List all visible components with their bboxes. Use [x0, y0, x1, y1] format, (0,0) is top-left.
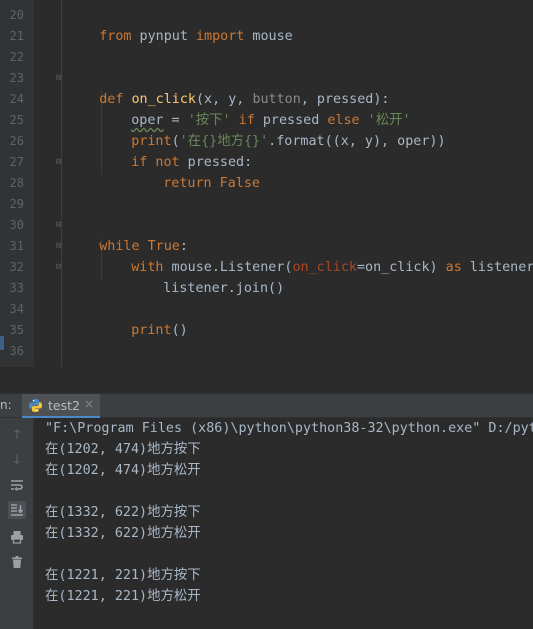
code-line-32[interactable]: listener.join(): [131, 257, 284, 296]
fold-collapse-icon[interactable]: ⊟: [56, 242, 65, 251]
tab-test2[interactable]: test2 ×: [22, 394, 100, 418]
trash-icon[interactable]: [8, 553, 26, 571]
line-number: 28: [9, 176, 24, 190]
close-icon[interactable]: ×: [84, 397, 94, 411]
line-number: 29: [9, 197, 24, 211]
fold-collapse-icon[interactable]: ⊟: [56, 74, 65, 83]
code-line-30[interactable]: while True:: [67, 215, 188, 254]
arrow-down-icon[interactable]: ↓: [8, 451, 26, 469]
line-number: 24: [9, 92, 24, 106]
fold-gutter-border: [61, 0, 62, 367]
module-name: pynput: [131, 29, 196, 44]
soft-wrap-glyph: [11, 480, 23, 491]
line-number: 23: [9, 71, 24, 85]
console-line: 在(1202, 474)地方按下: [45, 442, 201, 457]
code-line-25[interactable]: print('在{}地方{}'.format((x, y), oper)): [99, 110, 445, 149]
line-number: 22: [9, 50, 24, 64]
code-line-24[interactable]: oper = '按下' if pressed else '松开': [99, 89, 410, 128]
line-number: 25: [9, 113, 24, 127]
run-toolbar: ↑ ↓: [0, 418, 34, 629]
punct: (): [171, 323, 188, 338]
code-line-23[interactable]: def on_click(x, y, button, pressed):: [67, 68, 389, 107]
console-line: 在(1202, 474)地方松开: [45, 463, 201, 478]
fold-collapse-icon[interactable]: ⊟: [56, 221, 65, 230]
import-name: mouse: [244, 29, 293, 44]
line-number: 26: [9, 134, 24, 148]
run-label: n:: [0, 398, 12, 412]
code-line-26[interactable]: if not pressed:: [99, 131, 252, 170]
code-line-34[interactable]: print(): [99, 299, 187, 338]
expression: =on_click): [357, 260, 438, 275]
line-number: 33: [9, 281, 24, 295]
expression: .format((x, y), oper)): [268, 134, 446, 149]
trash-glyph: [12, 556, 22, 568]
expression: listener.join(): [163, 281, 285, 296]
expression: listener:: [469, 260, 533, 275]
line-number: 21: [9, 29, 24, 43]
soft-wrap-icon[interactable]: [8, 476, 26, 494]
keyword: return False: [163, 176, 260, 191]
line-number-gutter: 20 21 22 23 24 25 26 27 28 29 30 31 32 3…: [0, 0, 34, 367]
code-line-27[interactable]: return False: [131, 152, 260, 191]
keyword: from: [99, 29, 132, 44]
code-editor[interactable]: 20 21 22 23 24 25 26 27 28 29 30 31 32 3…: [0, 0, 533, 367]
python-icon: [28, 398, 43, 413]
line-number: 27: [9, 155, 24, 169]
code-line-20[interactable]: from pynput import mouse: [67, 5, 293, 44]
print-icon[interactable]: [8, 528, 26, 546]
fold-end-icon[interactable]: ⊟: [56, 263, 65, 272]
line-number: 34: [9, 302, 24, 316]
code-line-31[interactable]: with mouse.Listener(on_click=on_click) a…: [99, 236, 533, 275]
console-output[interactable]: "F:\Program Files (x86)\python\python38-…: [35, 418, 533, 629]
panel-splitter[interactable]: [0, 367, 533, 394]
named-argument: on_click: [292, 260, 358, 275]
console-line: 在(1332, 622)地方按下: [45, 505, 201, 520]
run-tab-bar: n: test2 ×: [0, 394, 533, 418]
console-line: 在(1332, 622)地方松开: [45, 526, 201, 541]
console-line: "F:\Program Files (x86)\python\python38-…: [45, 421, 533, 436]
print-glyph: [11, 531, 23, 544]
line-number: 32: [9, 260, 24, 274]
line-number: 30: [9, 218, 24, 232]
keyword: import: [196, 29, 245, 44]
scroll-end-glyph: [11, 504, 24, 516]
console-line: 在(1221, 221)地方按下: [45, 568, 201, 583]
keyword: as: [437, 260, 462, 275]
arrow-up-icon[interactable]: ↑: [8, 426, 26, 444]
scroll-to-end-icon[interactable]: [8, 501, 26, 519]
line-number: 20: [9, 8, 24, 22]
tab-title: test2: [48, 398, 80, 413]
builtin-function: print: [131, 323, 172, 338]
bookmark-marker: [0, 336, 4, 350]
line-number: 31: [9, 239, 24, 253]
fold-end-icon[interactable]: ⊟: [56, 158, 65, 167]
console-line: 在(1221, 221)地方松开: [45, 589, 201, 604]
